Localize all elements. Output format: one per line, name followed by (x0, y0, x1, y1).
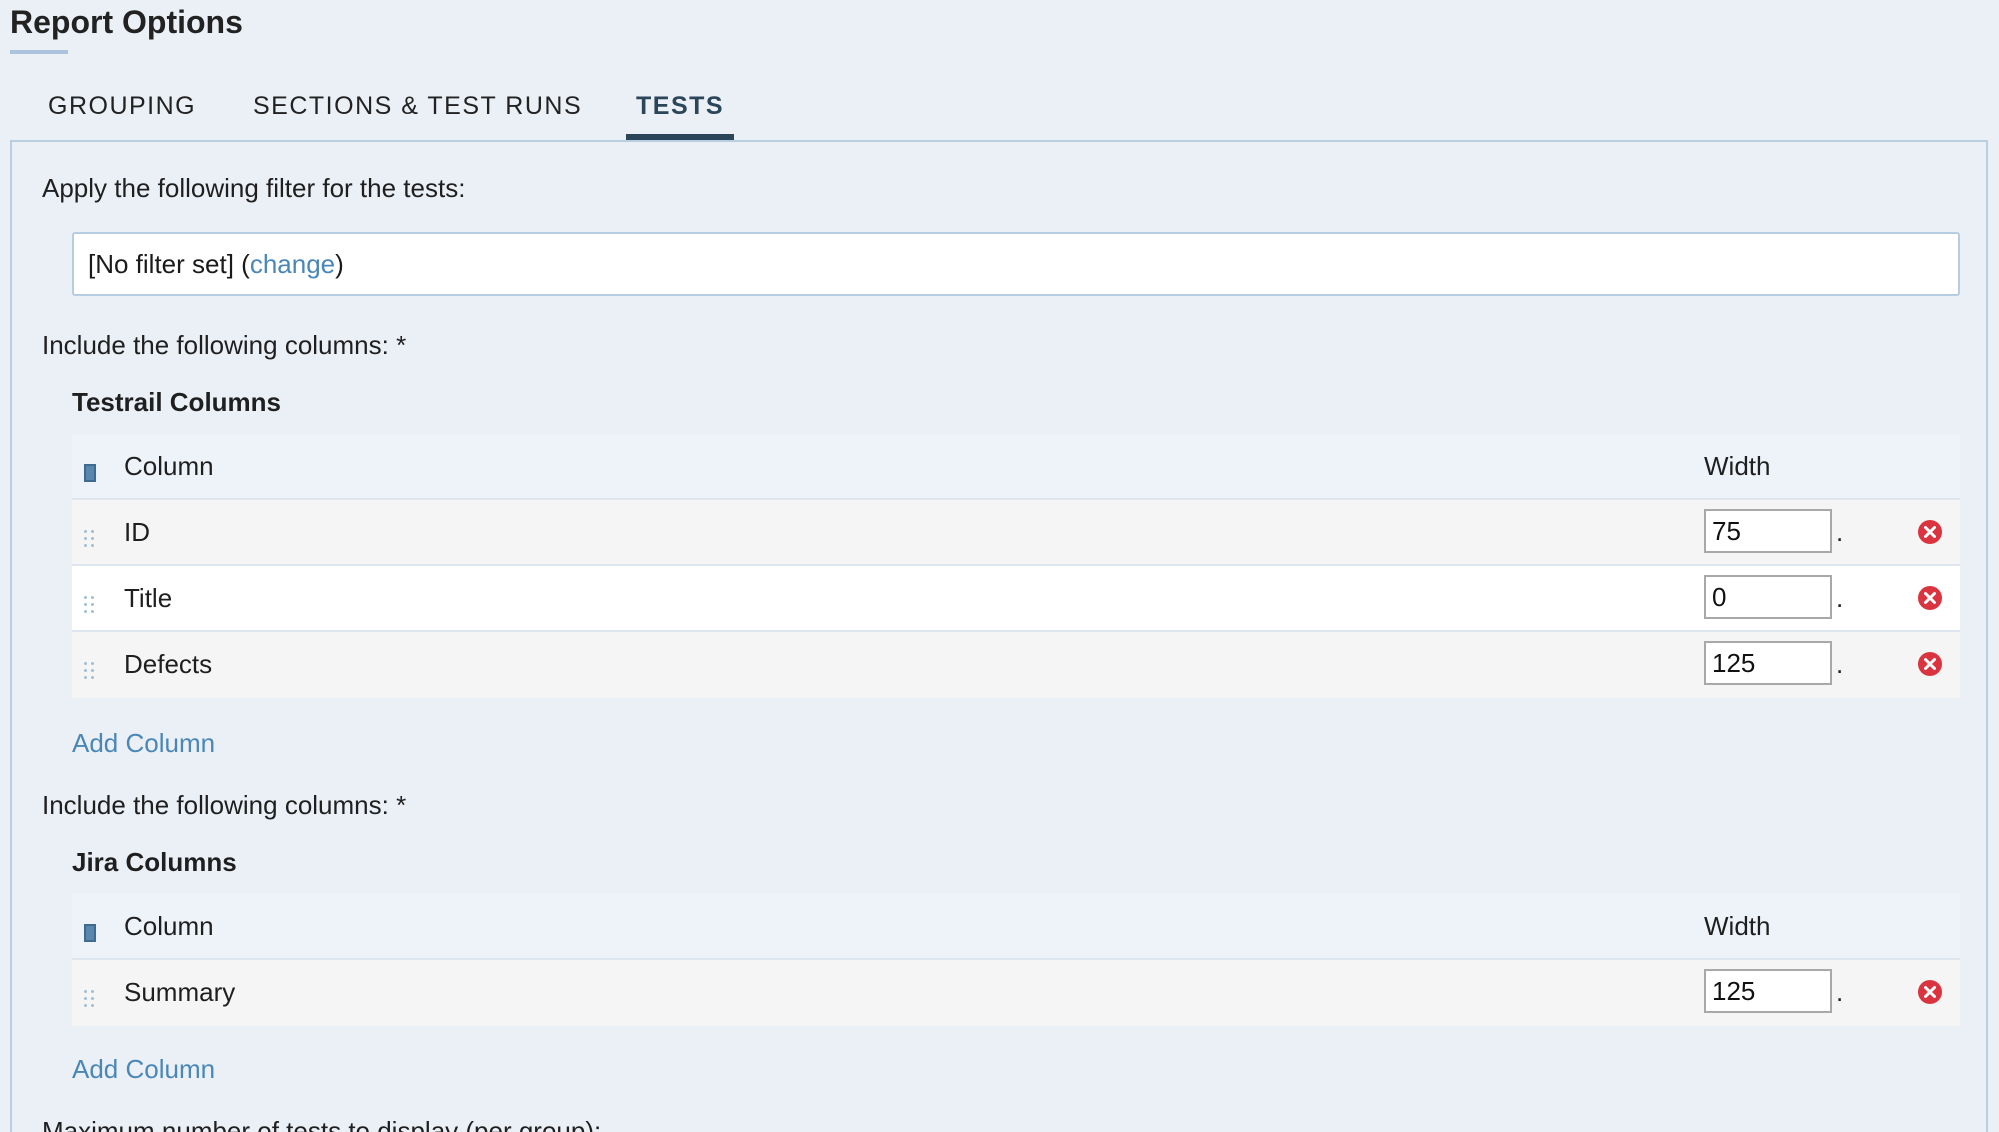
drag-handle-icon[interactable] (84, 990, 96, 1010)
filter-field: [No filter set] (change) (72, 232, 1960, 296)
width-dot: . (1836, 517, 1844, 547)
max-tests-label: Maximum number of tests to display (per … (42, 1116, 602, 1132)
select-all-checkbox-icon[interactable] (84, 464, 96, 482)
column-width-input[interactable] (1704, 509, 1832, 553)
add-column-link[interactable]: Add Column (72, 1053, 215, 1085)
width-dot: . (1836, 649, 1844, 679)
table-row: ID . (72, 500, 1960, 566)
add-column-link[interactable]: Add Column (72, 727, 215, 759)
width-dot: . (1836, 977, 1844, 1007)
table-header-row: Column Width (72, 894, 1960, 960)
change-filter-link[interactable]: change (250, 249, 335, 279)
table-row: Summary . (72, 960, 1960, 1026)
column-width-input[interactable] (1704, 969, 1832, 1013)
table-row: Defects . (72, 632, 1960, 698)
page-title: Report Options (10, 4, 243, 40)
remove-circle-x-icon[interactable] (1918, 652, 1942, 676)
testrail-columns-table: Column Width ID . (72, 434, 1960, 698)
column-width-input[interactable] (1704, 575, 1832, 619)
testrail-columns-title: Testrail Columns (72, 387, 282, 417)
jira-columns-table: Column Width Summary . (72, 894, 1960, 1026)
column-header: Column (124, 451, 214, 481)
column-name: ID (124, 517, 150, 547)
width-header: Width (1704, 451, 1771, 481)
tab-tests[interactable]: TESTS (626, 86, 735, 140)
remove-circle-x-icon[interactable] (1918, 586, 1942, 610)
filter-value-prefix: [No filter set] ( (88, 249, 250, 279)
column-name: Defects (124, 649, 213, 679)
filter-value-suffix: ) (335, 249, 344, 279)
select-all-checkbox-icon[interactable] (84, 924, 96, 942)
table-header-row: Column Width (72, 434, 1960, 500)
report-options-page: Report Options GROUPING SECTIONS & TEST … (0, 0, 1999, 1132)
testrail-include-label: Include the following columns: * (42, 330, 407, 360)
filter-label: Apply the following filter for the tests… (42, 173, 466, 203)
width-header: Width (1704, 911, 1771, 941)
column-name: Title (124, 583, 173, 613)
drag-handle-icon[interactable] (84, 662, 96, 682)
remove-circle-x-icon[interactable] (1918, 980, 1942, 1004)
remove-circle-x-icon[interactable] (1918, 520, 1942, 544)
tab-tests-label: TESTS (636, 92, 725, 120)
title-underline (10, 50, 68, 54)
table-row: Title . (72, 566, 1960, 632)
column-header: Column (124, 911, 214, 941)
jira-columns-title: Jira Columns (72, 847, 237, 877)
column-name: Summary (124, 977, 236, 1007)
jira-include-label: Include the following columns: * (42, 790, 407, 820)
tab-grouping[interactable]: GROUPING (48, 86, 196, 140)
drag-handle-icon[interactable] (84, 596, 96, 616)
drag-handle-icon[interactable] (84, 530, 96, 550)
width-dot: . (1836, 583, 1844, 613)
column-width-input[interactable] (1704, 641, 1832, 685)
tests-panel: Apply the following filter for the tests… (10, 140, 1988, 1132)
tab-sections-test-runs[interactable]: SECTIONS & TEST RUNS (253, 86, 582, 140)
